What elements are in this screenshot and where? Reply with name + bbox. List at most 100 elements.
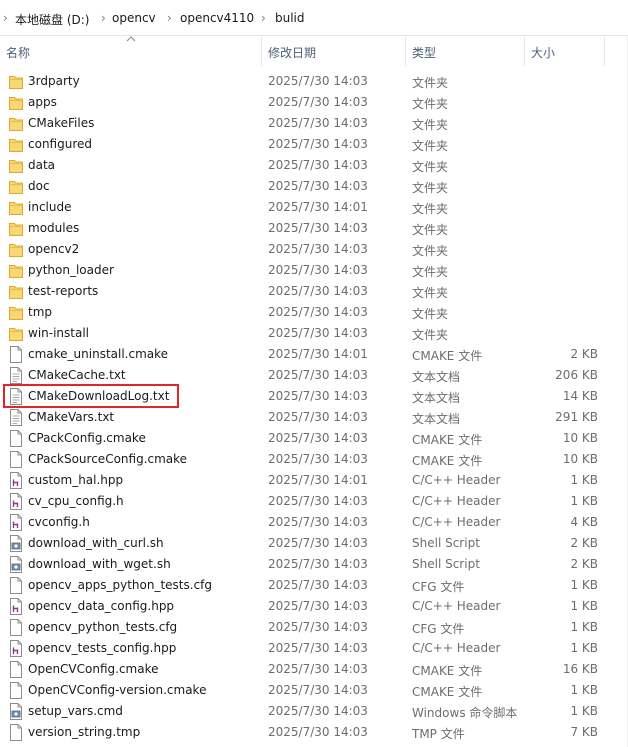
file-type: CMAKE 文件: [412, 454, 483, 468]
file-name: CPackConfig.cmake: [28, 431, 146, 445]
folder-row[interactable]: doc 2025/7/30 14:03 文件夹: [0, 176, 628, 197]
file-name: cmake_uninstall.cmake: [28, 347, 169, 361]
file-row[interactable]: CMakeDownloadLog.txt 2025/7/30 14:03 文本文档 1…: [0, 386, 628, 407]
folder-row[interactable]: data 2025/7/30 14:03 文件夹: [0, 155, 628, 176]
file-icon: [9, 661, 23, 678]
chevron-right-icon[interactable]: ›: [167, 11, 172, 25]
file-name: version_string.tmp: [28, 725, 141, 739]
folder-row[interactable]: CMakeFiles 2025/7/30 14:03 文件夹: [0, 113, 628, 134]
file-type: C/C++ Header: [412, 473, 501, 487]
header-file-icon: [9, 493, 23, 510]
file-icon: [9, 430, 23, 447]
file-row[interactable]: cvconfig.h 2025/7/30 14:03 C/C++ Header 4 K…: [0, 512, 628, 533]
file-size: 10 KB: [562, 452, 598, 466]
file-date: 2025/7/30 14:03: [268, 242, 368, 256]
column-date-label: 修改日期: [268, 46, 317, 60]
file-row[interactable]: opencv_tests_config.hpp 2025/7/30 14:03 C/…: [0, 638, 628, 659]
header-file-icon: [9, 640, 23, 657]
column-date[interactable]: 修改日期: [262, 36, 406, 66]
file-name: 3rdparty: [28, 74, 80, 88]
file-date: 2025/7/30 14:03: [268, 641, 368, 655]
file-name: opencv_tests_config.hpp: [28, 641, 177, 655]
file-row[interactable]: opencv_apps_python_tests.cfg 2025/7/30 14…: [0, 575, 628, 596]
folder-row[interactable]: include 2025/7/30 14:01 文件夹: [0, 197, 628, 218]
file-type: 文件夹: [412, 139, 449, 153]
text-file-icon: [9, 367, 23, 384]
file-name: download_with_wget.sh: [28, 557, 171, 571]
folder-row[interactable]: opencv2 2025/7/30 14:03 文件夹: [0, 239, 628, 260]
chevron-right-icon[interactable]: ›: [101, 11, 106, 25]
file-date: 2025/7/30 14:03: [268, 536, 368, 550]
file-row[interactable]: cmake_uninstall.cmake 2025/7/30 14:01 CMAK…: [0, 344, 628, 365]
folder-icon: [9, 136, 23, 153]
folder-row[interactable]: 3rdparty 2025/7/30 14:03 文件夹: [0, 71, 628, 92]
folder-icon: [9, 283, 23, 300]
column-size[interactable]: 大小: [525, 36, 605, 66]
file-date: 2025/7/30 14:03: [268, 368, 368, 382]
script-file-icon: [9, 556, 23, 573]
file-type: CMAKE 文件: [412, 349, 483, 363]
file-row[interactable]: custom_hal.hpp 2025/7/30 14:01 C/C++ Heade…: [0, 470, 628, 491]
file-date: 2025/7/30 14:03: [268, 221, 368, 235]
folder-icon: [9, 241, 23, 258]
file-row[interactable]: download_with_wget.sh 2025/7/30 14:03 Shel…: [0, 554, 628, 575]
file-name: opencv_data_config.hpp: [28, 599, 175, 613]
file-row[interactable]: OpenCVConfig.cmake 2025/7/30 14:03 CMAKE 文…: [0, 659, 628, 680]
file-type: C/C++ Header: [412, 641, 501, 655]
file-size: 16 KB: [562, 662, 598, 676]
column-name[interactable]: 名称: [0, 36, 262, 66]
folder-row[interactable]: win-install 2025/7/30 14:03 文件夹: [0, 323, 628, 344]
file-size: 1 KB: [570, 641, 598, 655]
file-size: 2 KB: [570, 557, 598, 571]
folder-row[interactable]: apps 2025/7/30 14:03 文件夹: [0, 92, 628, 113]
file-type: CMAKE 文件: [412, 664, 483, 678]
file-type: 文件夹: [412, 244, 449, 258]
file-name: cv_cpu_config.h: [28, 494, 124, 508]
file-row[interactable]: setup_vars.cmd 2025/7/30 14:03 Windows 命令脚…: [0, 701, 628, 722]
folder-icon: [9, 115, 23, 132]
chevron-right-icon[interactable]: ›: [261, 11, 266, 25]
folder-icon: [9, 262, 23, 279]
chevron-right-icon: ›: [3, 11, 8, 25]
file-row[interactable]: download_with_curl.sh 2025/7/30 14:03 Shel…: [0, 533, 628, 554]
file-row[interactable]: OpenCVConfig-version.cmake 2025/7/30 14:0…: [0, 680, 628, 701]
file-type: 文件夹: [412, 202, 449, 216]
folder-row[interactable]: modules 2025/7/30 14:03 文件夹: [0, 218, 628, 239]
breadcrumb-opencv4110[interactable]: opencv4110: [180, 11, 254, 25]
file-row[interactable]: opencv_data_config.hpp 2025/7/30 14:03 C/C…: [0, 596, 628, 617]
file-row[interactable]: opencv_python_tests.cfg 2025/7/30 14:03 CF…: [0, 617, 628, 638]
folder-row[interactable]: configured 2025/7/30 14:03 文件夹: [0, 134, 628, 155]
breadcrumb-opencv[interactable]: opencv: [112, 11, 156, 25]
column-size-label: 大小: [531, 46, 556, 60]
file-date: 2025/7/30 14:03: [268, 263, 368, 277]
file-row[interactable]: CPackSourceConfig.cmake 2025/7/30 14:03 CM…: [0, 449, 628, 470]
file-type: 文件夹: [412, 160, 449, 174]
file-size: 1 KB: [570, 578, 598, 592]
file-type: 文件夹: [412, 328, 449, 342]
breadcrumb-drive[interactable]: 本地磁盘 (D:): [15, 11, 89, 28]
file-type: C/C++ Header: [412, 515, 501, 529]
folder-icon: [9, 94, 23, 111]
folder-row[interactable]: python_loader 2025/7/30 14:03 文件夹: [0, 260, 628, 281]
file-name: CMakeCache.txt: [28, 368, 126, 382]
folder-row[interactable]: test-reports 2025/7/30 14:03 文件夹: [0, 281, 628, 302]
column-type[interactable]: 类型: [406, 36, 525, 66]
breadcrumb-bulid[interactable]: bulid: [275, 11, 305, 25]
file-date: 2025/7/30 14:03: [268, 620, 368, 634]
file-row[interactable]: CPackConfig.cmake 2025/7/30 14:03 CMAKE 文件…: [0, 428, 628, 449]
sort-ascending-icon: [126, 36, 136, 42]
file-type: 文件夹: [412, 223, 449, 237]
file-row[interactable]: version_string.tmp 2025/7/30 14:03 TMP 文件 7…: [0, 722, 628, 743]
file-row[interactable]: CMakeVars.txt 2025/7/30 14:03 文本文档 291 KB: [0, 407, 628, 428]
file-name: opencv2: [28, 242, 80, 256]
file-date: 2025/7/30 14:01: [268, 347, 368, 361]
file-row[interactable]: cv_cpu_config.h 2025/7/30 14:03 C/C++ Head…: [0, 491, 628, 512]
file-size: 1 KB: [570, 473, 598, 487]
folder-row[interactable]: tmp 2025/7/30 14:03 文件夹: [0, 302, 628, 323]
folder-icon: [9, 73, 23, 90]
file-icon: [9, 724, 23, 741]
file-date: 2025/7/30 14:03: [268, 389, 368, 403]
file-date: 2025/7/30 14:03: [268, 137, 368, 151]
file-row[interactable]: CMakeCache.txt 2025/7/30 14:03 文本文档 206 KB: [0, 365, 628, 386]
file-type: 文本文档: [412, 412, 461, 426]
